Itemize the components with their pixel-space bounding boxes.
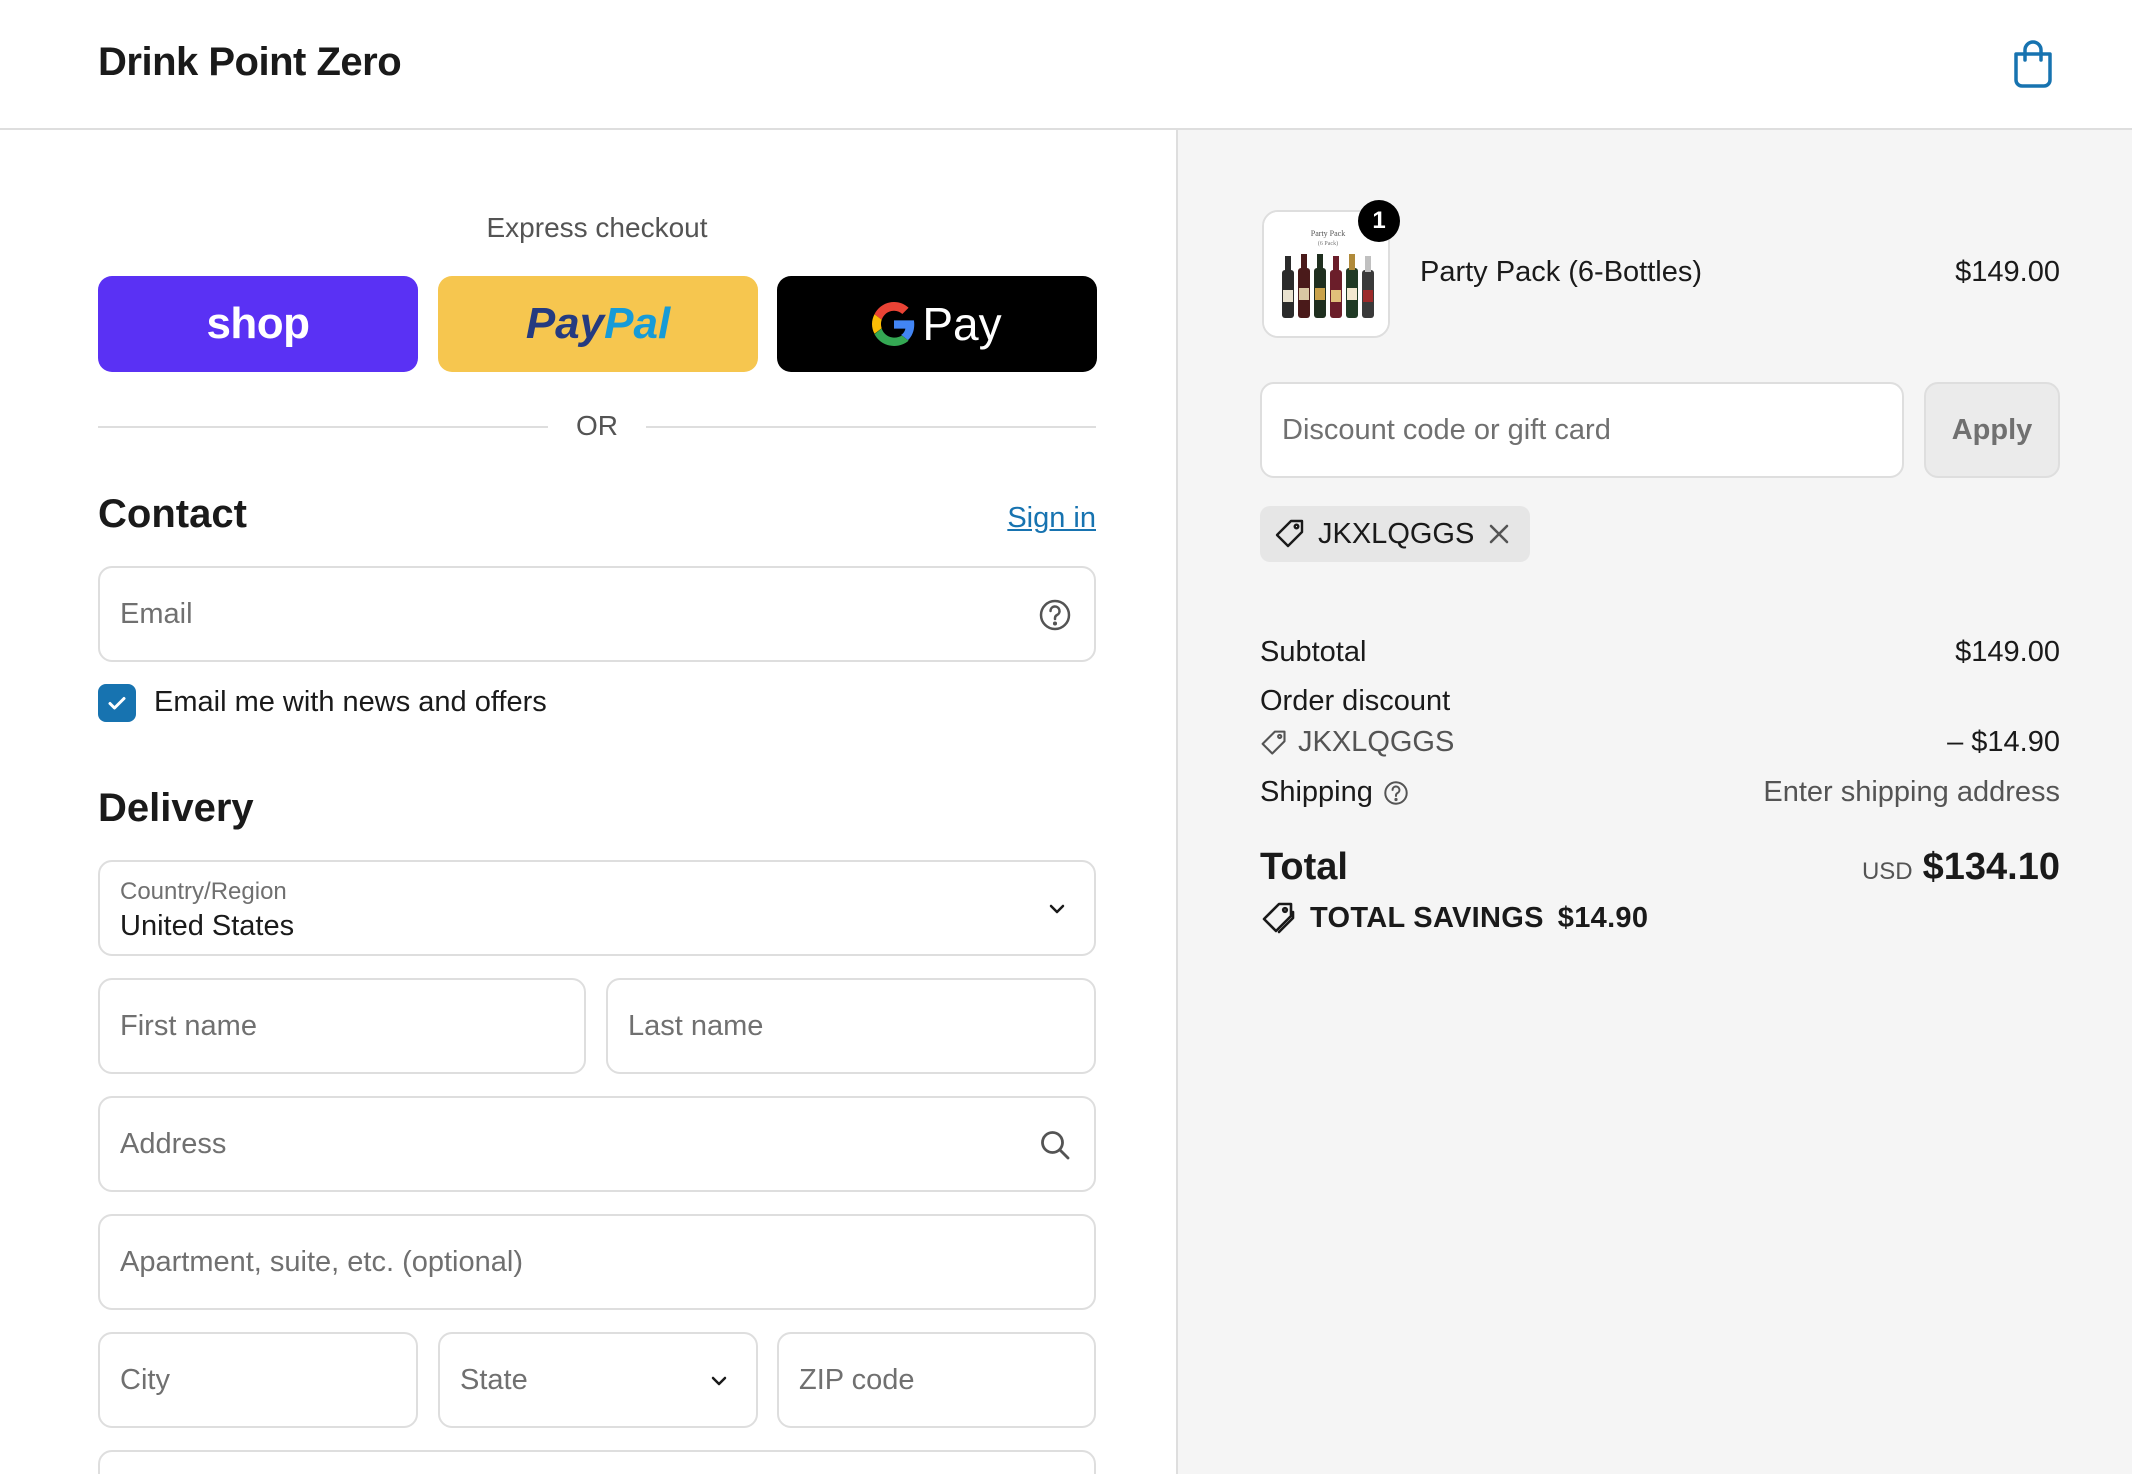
product-thumb-caption-1: Party Pack xyxy=(1311,229,1345,238)
savings-label: TOTAL SAVINGS xyxy=(1310,901,1544,934)
help-circle-icon[interactable] xyxy=(1038,598,1072,632)
delivery-title: Delivery xyxy=(98,786,254,830)
state-placeholder: State xyxy=(460,1364,528,1396)
country-label: Country/Region xyxy=(120,878,287,905)
subtotal-label: Subtotal xyxy=(1260,636,1367,668)
country-value: United States xyxy=(120,910,295,942)
google-g-icon xyxy=(872,302,915,346)
quantity-badge: 1 xyxy=(1358,200,1400,242)
city-input[interactable]: City xyxy=(98,1332,418,1428)
apartment-input[interactable]: Apartment, suite, etc. (optional) xyxy=(98,1214,1096,1310)
discount-code-info: JKXLQGGS xyxy=(1260,726,1454,759)
newsletter-checkbox[interactable] xyxy=(98,684,136,722)
phone-input[interactable] xyxy=(98,1450,1096,1474)
or-label: OR xyxy=(576,410,618,441)
shipping-label-group: Shipping xyxy=(1260,776,1409,809)
chevron-down-icon xyxy=(1049,904,1065,914)
order-summary: Party Pack (6 Pack) 1 Party Pack (6-Bott… xyxy=(1176,130,2132,1474)
discount-placeholder: Discount code or gift card xyxy=(1282,414,1611,446)
last-name-input[interactable]: Last name xyxy=(606,978,1096,1074)
applied-discount-chip: JKXLQGGS xyxy=(1260,506,1531,562)
apartment-placeholder: Apartment, suite, etc. (optional) xyxy=(120,1246,523,1278)
subtotal-value: $149.00 xyxy=(1955,636,2060,668)
paypal-logo-part2: Pal xyxy=(604,299,671,348)
express-checkout-label: Express checkout xyxy=(486,212,708,243)
last-name-placeholder: Last name xyxy=(628,1010,764,1042)
tag-icon xyxy=(1275,519,1304,548)
shopping-bag-icon[interactable] xyxy=(2012,40,2054,88)
checkout-form: Express checkout shop Pay Pal Pay OR Cont… xyxy=(0,130,1176,1474)
first-name-input[interactable]: First name xyxy=(98,978,586,1074)
chevron-down-icon xyxy=(711,1376,727,1386)
search-icon[interactable] xyxy=(1038,1128,1072,1162)
first-name-placeholder: First name xyxy=(120,1010,257,1042)
email-placeholder: Email xyxy=(120,598,193,630)
shipping-row: Shipping Enter shipping address xyxy=(1260,776,2060,812)
total-currency: USD xyxy=(1861,858,1913,885)
shipping-value: Enter shipping address xyxy=(1763,776,2060,808)
applied-code: JKXLQGGS xyxy=(1318,517,1475,550)
newsletter-label: Email me with news and offers xyxy=(154,686,547,718)
subtotal-row: Subtotal $149.00 xyxy=(1260,636,2060,672)
country-select[interactable]: Country/Region United States xyxy=(98,860,1096,956)
city-placeholder: City xyxy=(120,1364,170,1396)
discount-code-label: JKXLQGGS xyxy=(1298,726,1455,758)
shop-pay-button[interactable]: shop xyxy=(98,276,418,372)
address-input[interactable]: Address xyxy=(98,1096,1096,1192)
apply-discount-button[interactable]: Apply xyxy=(1924,382,2060,478)
discount-code-row: JKXLQGGS – $14.90 xyxy=(1260,726,2060,762)
checkmark-icon xyxy=(108,697,126,710)
tag-icon xyxy=(1261,730,1286,755)
tags-icon xyxy=(1262,902,1295,934)
product-thumb-caption-2: (6 Pack) xyxy=(1318,240,1338,247)
state-select[interactable]: State xyxy=(438,1332,758,1428)
paypal-button[interactable]: Pay Pal xyxy=(438,276,758,372)
address-placeholder: Address xyxy=(120,1128,227,1160)
email-field[interactable]: Email xyxy=(98,566,1096,662)
shop-pay-logo: shop xyxy=(206,299,310,348)
discount-value: – $14.90 xyxy=(1947,726,2060,758)
discount-code-input[interactable]: Discount code or gift card xyxy=(1260,382,1904,478)
order-discount-row: Order discount xyxy=(1260,685,2060,721)
product-name: Party Pack (6-Bottles) xyxy=(1420,256,1703,288)
sign-in-link[interactable]: Sign in xyxy=(960,502,1096,535)
shipping-label: Shipping xyxy=(1260,776,1373,808)
checkout-header: Drink Point Zero xyxy=(0,0,2132,130)
store-name[interactable]: Drink Point Zero xyxy=(98,40,402,85)
zip-input[interactable]: ZIP code xyxy=(777,1332,1096,1428)
total-label: Total xyxy=(1260,846,1348,888)
close-icon[interactable] xyxy=(1486,521,1512,547)
help-circle-icon[interactable] xyxy=(1383,780,1409,806)
or-divider: OR xyxy=(98,410,1096,442)
total-amount: $134.10 xyxy=(1922,846,2060,888)
total-savings: TOTAL SAVINGS $14.90 xyxy=(1260,900,1648,936)
contact-title: Contact xyxy=(98,492,247,536)
google-pay-button[interactable]: Pay xyxy=(777,276,1097,372)
order-discount-label: Order discount xyxy=(1260,685,1451,717)
total-row: Total USD $134.10 xyxy=(1260,846,2060,896)
google-pay-label: Pay xyxy=(922,298,1002,350)
paypal-logo-part1: Pay xyxy=(525,299,605,348)
product-price: $149.00 xyxy=(1955,256,2060,288)
zip-placeholder: ZIP code xyxy=(799,1364,915,1396)
total-value-group: USD $134.10 xyxy=(1862,846,2060,889)
savings-value: $14.90 xyxy=(1557,901,1649,934)
